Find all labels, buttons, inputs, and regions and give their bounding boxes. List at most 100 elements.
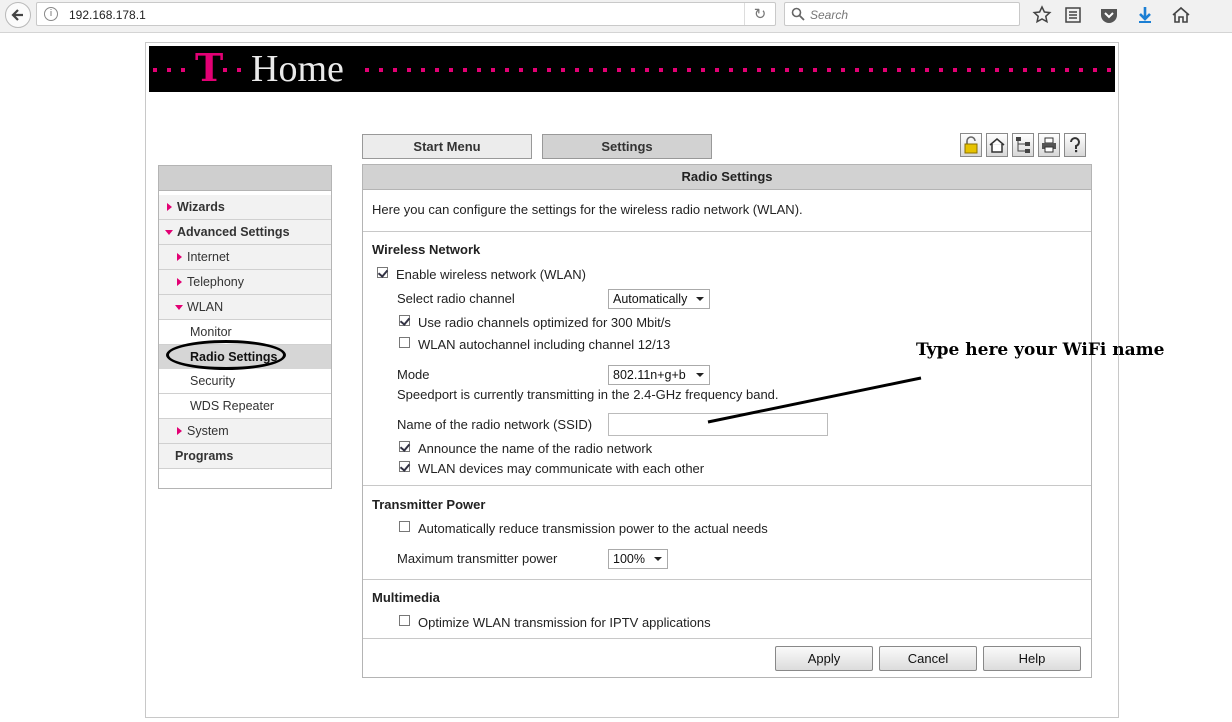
help-button-icon[interactable] [1064, 133, 1086, 157]
help-button[interactable]: Help [983, 646, 1081, 671]
highlight-ellipse [166, 340, 286, 370]
mode-label: Mode [397, 367, 430, 382]
home-button[interactable] [986, 133, 1008, 157]
sidebar-item-label: Wizards [177, 200, 225, 214]
reload-icon[interactable]: ↻ [744, 3, 775, 25]
home-icon[interactable] [1170, 4, 1192, 26]
sidebar-item-advanced-settings[interactable]: Advanced Settings [159, 220, 331, 245]
back-button[interactable] [5, 2, 31, 28]
lock-button[interactable] [960, 133, 982, 157]
announce-ssid-label: Announce the name of the radio network [418, 441, 653, 456]
banner-dots-mid [223, 68, 241, 72]
expand-arrow-icon [177, 278, 182, 286]
sitemap-button[interactable] [1012, 133, 1034, 157]
house-icon [989, 138, 1005, 153]
multimedia-heading: Multimedia [372, 590, 440, 605]
radio-settings-panel: Radio Settings Here you can configure th… [362, 164, 1092, 678]
brand-t-logo: T [195, 45, 224, 90]
autochannel-checkbox[interactable] [399, 337, 410, 348]
sidebar-item-label: Internet [187, 250, 230, 264]
radio-channel-label: Select radio channel [397, 291, 515, 306]
opt300-label: Use radio channels optimized for 300 Mbi… [418, 315, 671, 330]
print-button[interactable] [1038, 133, 1060, 157]
sidebar-item-system[interactable]: System [159, 419, 331, 444]
sidebar-item-label: System [187, 424, 229, 438]
collapse-arrow-icon [175, 305, 183, 310]
sidebar-item-internet[interactable]: Internet [159, 245, 331, 270]
enable-wlan-label: Enable wireless network (WLAN) [396, 267, 587, 282]
chevron-down-icon [696, 297, 704, 301]
sidebar-item-programs[interactable]: Programs [159, 444, 331, 469]
iptv-label: Optimize WLAN transmission for IPTV appl… [418, 615, 711, 630]
reduce-power-checkbox[interactable] [399, 521, 410, 532]
section-divider [363, 579, 1091, 580]
ssid-input[interactable] [608, 413, 828, 436]
tab-settings[interactable]: Settings [542, 134, 712, 159]
radio-channel-select[interactable]: Automatically [608, 289, 710, 309]
announce-ssid-checkbox[interactable] [399, 441, 410, 452]
communicate-checkbox[interactable] [399, 461, 410, 472]
max-power-label: Maximum transmitter power [397, 551, 558, 566]
tab-start-menu[interactable]: Start Menu [362, 134, 532, 159]
collapse-arrow-icon [165, 230, 173, 235]
bookmark-star-icon[interactable] [1031, 4, 1053, 26]
search-bar[interactable]: Search [784, 2, 1020, 26]
max-power-value: 100% [613, 552, 645, 566]
communicate-label: WLAN devices may communicate with each o… [418, 461, 705, 476]
enable-wlan-checkbox[interactable] [377, 267, 388, 278]
sitemap-icon [1016, 137, 1030, 153]
section-divider [363, 485, 1091, 486]
annotation-text: Type here your WiFi name [916, 340, 1165, 360]
banner-dots-right [365, 68, 1111, 72]
search-placeholder: Search [810, 8, 849, 22]
lock-icon [964, 136, 978, 154]
back-arrow-icon [11, 9, 23, 21]
transmitter-power-heading: Transmitter Power [372, 497, 486, 512]
autochannel-label: WLAN autochannel including channel 12/13 [418, 337, 671, 352]
url-bar[interactable]: i 192.168.178.1 ↻ [36, 2, 776, 26]
apply-button[interactable]: Apply [775, 646, 873, 671]
band-info-text: Speedport is currently transmitting in t… [397, 387, 779, 402]
expand-arrow-icon [177, 427, 182, 435]
expand-arrow-icon [167, 203, 172, 211]
printer-icon [1042, 137, 1056, 153]
reduce-power-label: Automatically reduce transmission power … [418, 521, 768, 536]
sidebar-item-wizards[interactable]: Wizards [159, 195, 331, 220]
sidebar-header [159, 166, 331, 191]
sidebar-nav: Wizards Advanced Settings Internet Telep… [158, 165, 332, 489]
ssid-label: Name of the radio network (SSID) [397, 417, 593, 432]
mode-select[interactable]: 802.11n+g+b [608, 365, 710, 385]
section-divider [363, 231, 1091, 232]
info-icon[interactable]: i [44, 7, 58, 21]
iptv-checkbox[interactable] [399, 615, 410, 626]
section-divider [363, 638, 1091, 639]
reader-list-icon[interactable] [1062, 4, 1084, 26]
panel-title: Radio Settings [363, 165, 1091, 190]
radio-channel-value: Automatically [613, 292, 688, 306]
expand-arrow-icon [177, 253, 182, 261]
max-power-select[interactable]: 100% [608, 549, 668, 569]
download-icon[interactable] [1134, 4, 1156, 26]
brand-home-text: Home [251, 48, 344, 90]
search-icon [791, 7, 805, 21]
question-icon [1070, 137, 1080, 153]
sidebar-item-wlan[interactable]: WLAN [159, 295, 331, 320]
sidebar-item-telephony[interactable]: Telephony [159, 270, 331, 295]
browser-toolbar: i 192.168.178.1 ↻ Search [0, 0, 1232, 33]
intro-text: Here you can configure the settings for … [372, 202, 803, 217]
sidebar-item-label: Telephony [187, 275, 244, 289]
pocket-icon[interactable] [1098, 4, 1120, 26]
sidebar-item-label: WLAN [187, 300, 224, 314]
sidebar-item-label: Advanced Settings [177, 225, 290, 239]
wireless-network-heading: Wireless Network [372, 242, 481, 257]
cancel-button[interactable]: Cancel [879, 646, 977, 671]
url-text[interactable]: 192.168.178.1 [69, 8, 146, 22]
sidebar-item-security[interactable]: Security [159, 369, 331, 394]
opt300-checkbox[interactable] [399, 315, 410, 326]
banner-dots-left [153, 68, 185, 72]
brand-banner: T Home [149, 46, 1115, 92]
sidebar-item-wds-repeater[interactable]: WDS Repeater [159, 394, 331, 419]
chevron-down-icon [654, 557, 662, 561]
mode-value: 802.11n+g+b [613, 368, 686, 382]
chevron-down-icon [696, 373, 704, 377]
